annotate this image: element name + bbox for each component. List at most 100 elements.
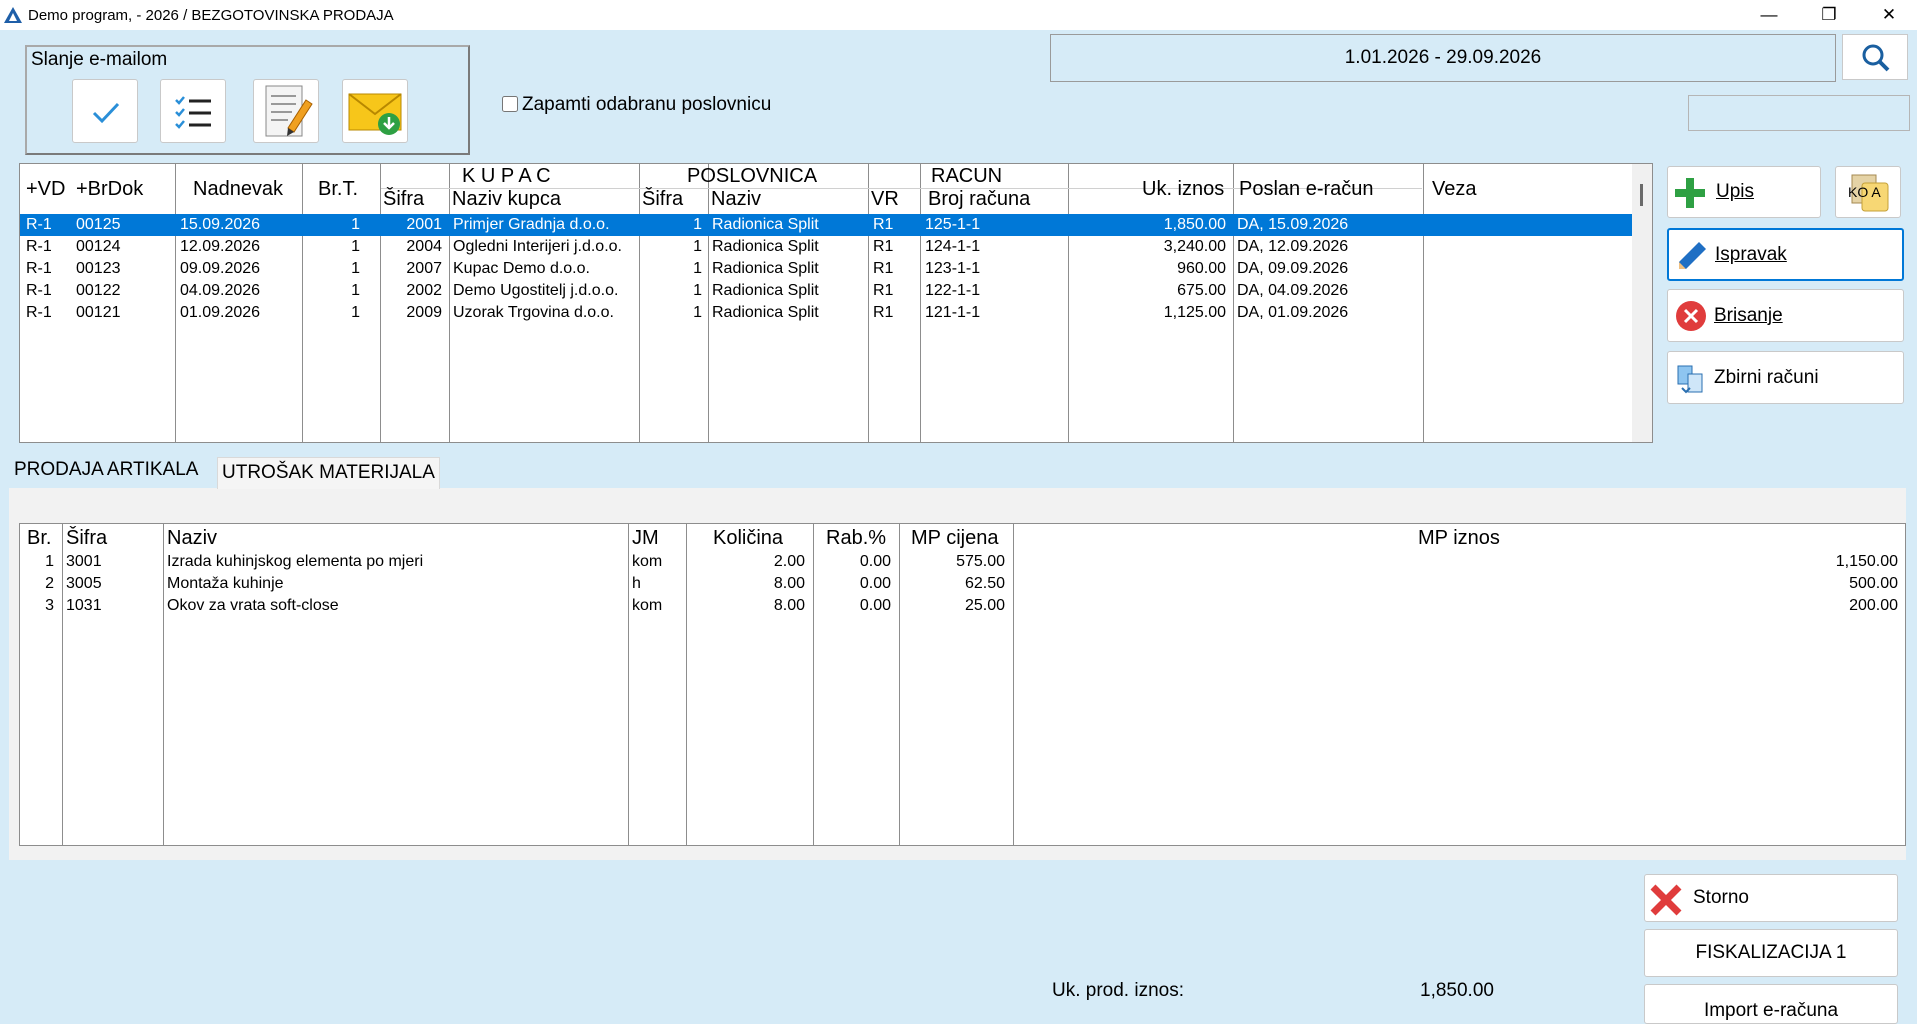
table-row[interactable]: R-1 00123 09.09.2026 1 2007 Kupac Demo d.o.o.… (20, 258, 1632, 280)
ispravak-label: Ispravak (1715, 243, 1787, 265)
brisanje-label: Brisanje (1714, 304, 1783, 326)
documents-scrollbar[interactable] (1632, 164, 1652, 442)
cell-poslan: DA, 01.09.2026 (1237, 304, 1349, 321)
table-row[interactable]: R-1 00124 12.09.2026 1 2004 Ogledni Interijer… (20, 236, 1632, 258)
col-jm-header[interactable]: JM (632, 527, 659, 550)
cell-brdok: 00124 (76, 238, 121, 255)
col-broj-racuna-header[interactable]: Broj računa (928, 188, 1030, 211)
cell-posl-naziv: Radionica Split (712, 260, 819, 277)
cell-vd: R-1 (26, 304, 52, 321)
col-veza-header[interactable]: Veza (1432, 178, 1476, 201)
tab-prodaja-artikala[interactable]: PRODAJA ARTIKALA (10, 455, 203, 487)
item-row[interactable]: 1 3001 Izrada kuhinjskog elementa po mjeri… (20, 551, 1905, 573)
import-e-racuna-button[interactable]: Import e-računa (1644, 984, 1898, 1024)
remember-branch-checkbox[interactable]: Zapamti odabranu poslovnicu (502, 94, 771, 116)
item-cell-br: 2 (45, 575, 54, 592)
cell-vr: R1 (873, 260, 894, 277)
upis-button[interactable]: Upis (1667, 166, 1821, 218)
item-cell-rabat: 0.00 (859, 575, 891, 592)
zbirni-racuni-button[interactable]: Zbirni računi (1667, 351, 1904, 404)
col-vr-header[interactable]: VR (871, 188, 899, 211)
cell-brdok: 00122 (76, 282, 121, 299)
cell-vr: R1 (873, 216, 894, 233)
col-kolicina-header[interactable]: Količina (713, 527, 783, 550)
col-brt-header[interactable]: Br.T. (318, 178, 358, 201)
item-cell-naziv: Izrada kuhinjskog elementa po mjeri (167, 553, 424, 570)
items-grid[interactable]: Br. Šifra Naziv JM Količina Rab.% MP cij… (19, 523, 1906, 846)
col-mp-cijena-header[interactable]: MP cijena (911, 527, 998, 550)
email-download-button[interactable] (342, 79, 408, 143)
col-vd-header[interactable]: +VD (26, 178, 65, 201)
col-mp-iznos-header[interactable]: MP iznos (1418, 527, 1500, 550)
storno-x-icon (1650, 884, 1682, 916)
checklist-icon (175, 96, 211, 129)
cell-brdok: 00125 (76, 216, 121, 233)
col-rabat-header[interactable]: Rab.% (826, 527, 886, 550)
title-bar: Demo program, - 2026 / BEZGOTOVINSKA PRO… (0, 0, 1917, 30)
cell-vr: R1 (873, 238, 894, 255)
item-row[interactable]: 3 1031 Okov za vrata soft-close kom 8.00 0.00… (20, 595, 1905, 617)
col-naziv-header[interactable]: Naziv (167, 527, 217, 550)
col-nadnevak-header[interactable]: Nadnevak (193, 178, 283, 201)
item-cell-sifra: 3005 (66, 575, 102, 592)
ispravak-button[interactable]: Ispravak (1667, 228, 1904, 281)
cell-brt: 1 (351, 304, 360, 321)
col-br-header[interactable]: Br. (27, 527, 51, 550)
item-cell-br: 1 (45, 553, 54, 570)
col-iznos-header[interactable]: Uk. iznos (1142, 178, 1224, 201)
fiskalizacija-button[interactable]: FISKALIZACIJA 1 (1644, 929, 1898, 977)
table-row[interactable]: R-1 00122 04.09.2026 1 2002 Demo Ugostitelj j… (20, 280, 1632, 302)
tab-utrosak-materijala[interactable]: UTROŠAK MATERIJALA (217, 457, 440, 489)
col-posl-naziv-header[interactable]: Naziv (711, 188, 761, 211)
cell-kupac-naziv: Demo Ugostitelj j.d.o.o. (453, 282, 619, 299)
restore-button[interactable]: ❐ (1806, 2, 1852, 28)
col-poslan-header[interactable]: Poslan e-račun (1239, 178, 1374, 201)
cell-kupac-sifra: 2002 (406, 282, 442, 299)
cell-vd: R-1 (26, 260, 52, 277)
cell-broj: 125-1-1 (925, 216, 981, 233)
racun-group-header: RACUN (931, 165, 1003, 187)
date-range-field[interactable]: 1.01.2026 - 29.09.2026 (1050, 34, 1836, 82)
item-cell-iznos: 500.00 (1849, 575, 1898, 592)
item-cell-sifra: 1031 (66, 597, 102, 614)
item-cell-cijena: 575.00 (956, 553, 1005, 570)
cell-posl-naziv: Radionica Split (712, 282, 819, 299)
merge-documents-icon (1677, 365, 1703, 394)
cell-nadnevak: 01.09.2026 (180, 304, 261, 321)
cell-posl-sifra: 1 (693, 282, 702, 299)
cell-kupac-naziv: Kupac Demo d.o.o. (453, 260, 590, 277)
confirm-email-button[interactable] (72, 79, 138, 143)
item-cell-sifra: 3001 (66, 553, 102, 570)
check-icon (92, 102, 120, 124)
cell-brt: 1 (351, 216, 360, 233)
col-kupac-sifra-header[interactable]: Šifra (383, 188, 424, 211)
col-kupac-naziv-header[interactable]: Naziv kupca (452, 188, 561, 211)
cell-nadnevak: 12.09.2026 (180, 238, 261, 255)
kopija-label: KO A (1848, 184, 1881, 200)
checklist-email-button[interactable] (160, 79, 226, 143)
col-posl-sifra-header[interactable]: Šifra (642, 188, 683, 211)
table-row[interactable]: R-1 00125 15.09.2026 1 2001 Primjer Gradnja d… (20, 214, 1632, 236)
remember-branch-input[interactable] (502, 96, 518, 112)
cell-nadnevak: 15.09.2026 (180, 216, 261, 233)
total-label: Uk. prod. iznos: (1052, 980, 1184, 1001)
zbirni-racuni-label: Zbirni računi (1714, 366, 1819, 388)
app-logo-icon (4, 7, 22, 23)
cell-iznos: 960.00 (1177, 260, 1226, 277)
table-row[interactable]: R-1 00121 01.09.2026 1 2009 Uzorak Trgovina d… (20, 302, 1632, 324)
cell-vr: R1 (873, 282, 894, 299)
item-row[interactable]: 2 3005 Montaža kuhinje h 8.00 0.00 62.50 500.00 (20, 573, 1905, 595)
brisanje-button[interactable]: Brisanje (1667, 289, 1904, 342)
cell-poslan: DA, 04.09.2026 (1237, 282, 1349, 299)
cell-brt: 1 (351, 238, 360, 255)
cell-vr: R1 (873, 304, 894, 321)
minimize-button[interactable]: — (1746, 2, 1792, 28)
documents-grid[interactable]: +VD +BrDok Nadnevak Br.T. K U P A C POSL… (19, 163, 1653, 443)
close-button[interactable]: ✕ (1866, 2, 1912, 28)
col-brdok-header[interactable]: +BrDok (76, 178, 143, 201)
kopija-button[interactable]: KO A (1835, 166, 1901, 218)
edit-document-button[interactable] (253, 79, 319, 143)
search-button[interactable] (1842, 34, 1908, 80)
storno-button[interactable]: Storno (1644, 874, 1898, 922)
col-sifra-header[interactable]: Šifra (66, 527, 107, 550)
